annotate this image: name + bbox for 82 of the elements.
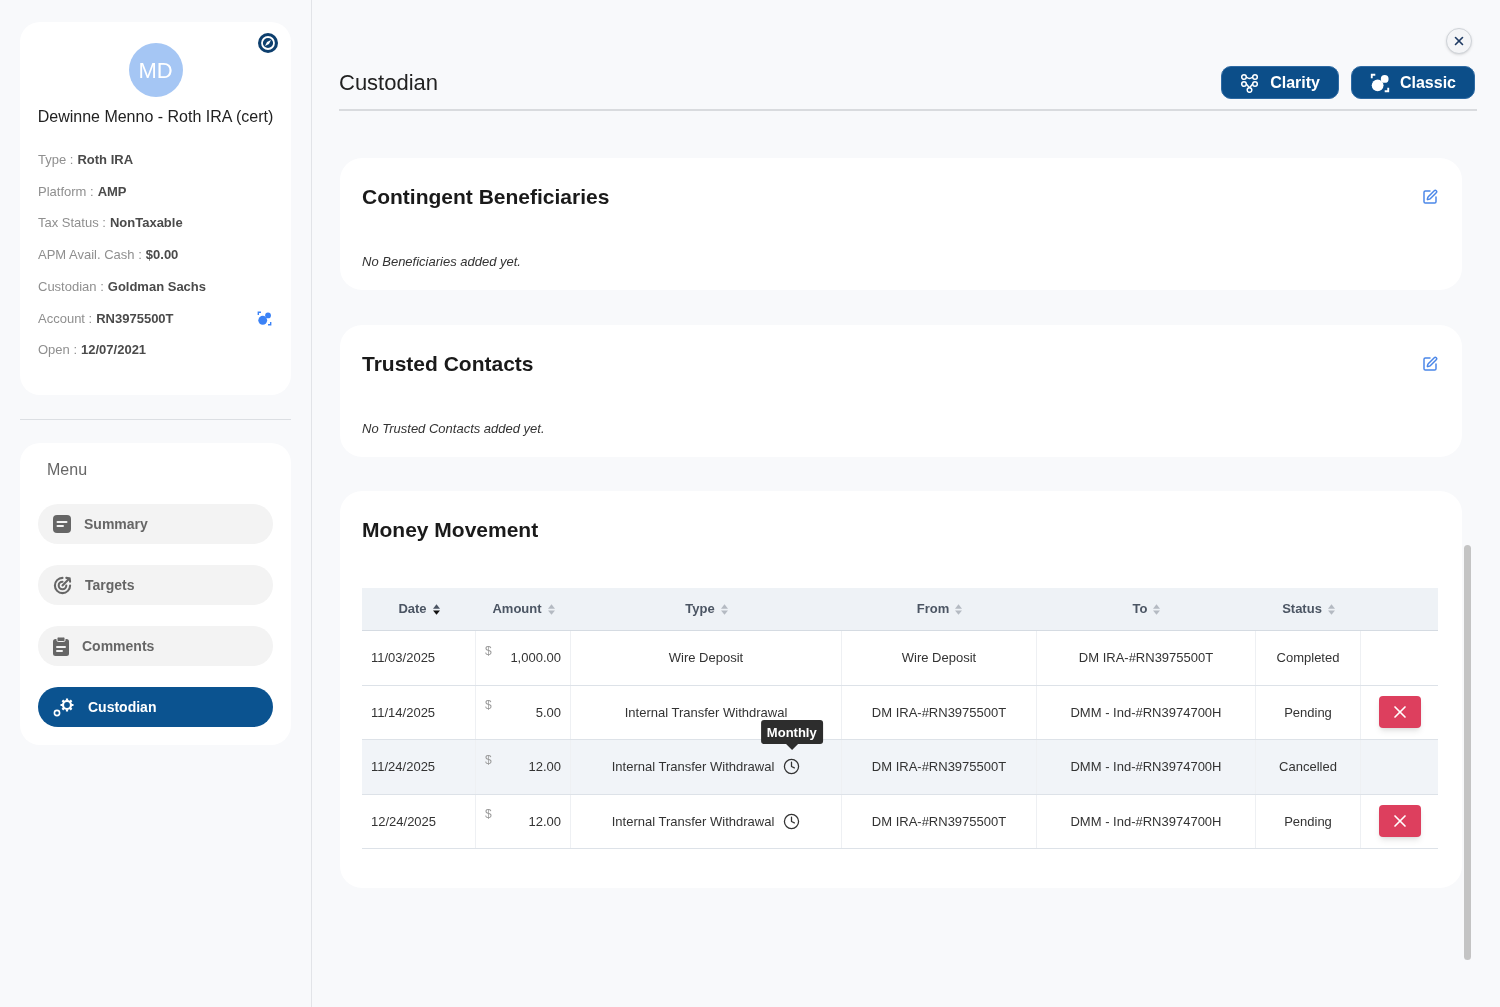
- status-text: Pending: [1284, 812, 1332, 831]
- circles-icon: [1369, 72, 1390, 93]
- clock-icon[interactable]: [783, 812, 801, 830]
- amount-text: 1,000.00: [510, 649, 561, 667]
- field-value: AMP: [97, 182, 127, 201]
- from-text: DM IRA-#RN3975500T: [871, 703, 1007, 722]
- empty-message: No Trusted Contacts added yet.: [362, 420, 546, 438]
- status-text: Cancelled: [1279, 758, 1337, 776]
- section-title: Money Movement: [362, 517, 540, 544]
- close-button[interactable]: [1446, 28, 1472, 54]
- from-text: DM IRA-#RN3975500T: [871, 812, 1007, 831]
- to-text: DMM - Ind-#RN3974700H: [1070, 703, 1222, 722]
- field-label: Account :: [38, 309, 93, 328]
- field-value: NonTaxable: [109, 214, 183, 233]
- sort-icon[interactable]: [432, 603, 440, 615]
- menu-item[interactable]: Summary: [38, 504, 273, 544]
- status-text: Pending: [1284, 703, 1332, 722]
- to-text: DMM - Ind-#RN3974700H: [1070, 758, 1222, 776]
- column-header[interactable]: Amount: [492, 599, 542, 619]
- column-header[interactable]: Date: [398, 599, 427, 619]
- type-text: Internal Transfer Withdrawal: [611, 758, 775, 776]
- avatar: MD: [128, 43, 183, 97]
- currency-symbol: $: [485, 642, 492, 660]
- note-icon: [53, 515, 71, 533]
- field-label: Platform :: [38, 182, 94, 201]
- column-header[interactable]: From: [916, 599, 950, 619]
- date-text: 11/03/2025: [371, 649, 436, 667]
- field-label: APM Avail. Cash :: [38, 246, 142, 265]
- menu-item[interactable]: Custodian: [38, 687, 273, 727]
- tooltip: Monthly: [760, 720, 823, 751]
- field-value: $0.00: [145, 246, 179, 265]
- from-text: Wire Deposit: [901, 649, 977, 667]
- amount-text: 5.00: [535, 703, 561, 722]
- empty-message: No Beneficiaries added yet.: [362, 253, 522, 271]
- field-label: Tax Status :: [38, 214, 106, 233]
- column-header[interactable]: To: [1132, 599, 1148, 619]
- currency-symbol: $: [485, 751, 492, 769]
- view-button[interactable]: Clarity: [1221, 66, 1339, 99]
- column-header[interactable]: Status: [1282, 599, 1322, 619]
- menu-title: Menu: [46, 460, 89, 480]
- type-text: Wire Deposit: [668, 649, 744, 667]
- type-text: Internal Transfer Withdrawal: [611, 812, 775, 831]
- currency-symbol: $: [485, 806, 492, 824]
- section-title: Trusted Contacts: [362, 351, 534, 378]
- field-label: Custodian :: [38, 277, 104, 296]
- edit-icon[interactable]: [1422, 356, 1438, 372]
- field-value: Goldman Sachs: [107, 277, 206, 296]
- close-icon: [1452, 34, 1466, 48]
- clipboard-icon: [53, 636, 69, 656]
- date-text: 11/24/2025: [371, 758, 436, 776]
- date-text: 11/14/2025: [371, 703, 436, 722]
- view-button[interactable]: Classic: [1350, 66, 1475, 99]
- from-text: DM IRA-#RN3975500T: [871, 758, 1007, 776]
- cancel-button[interactable]: [1378, 696, 1421, 729]
- section-title: Contingent Beneficiaries: [362, 184, 610, 211]
- clock-icon[interactable]: [783, 758, 801, 776]
- target-icon: [53, 575, 72, 595]
- status-text: Completed: [1276, 649, 1340, 667]
- compass-icon[interactable]: [258, 33, 278, 53]
- scrollbar-thumb[interactable]: [1464, 545, 1471, 960]
- currency-symbol: $: [485, 697, 492, 715]
- nodes-icon: [1240, 72, 1261, 93]
- field-value: Roth IRA: [77, 151, 134, 170]
- date-text: 12/24/2025: [371, 812, 437, 831]
- field-value: 12/07/2021: [81, 341, 147, 360]
- circles-icon[interactable]: [257, 310, 272, 326]
- edit-icon[interactable]: [1422, 189, 1438, 205]
- page-title: Custodian: [339, 69, 439, 97]
- field-value: RN3975500T: [96, 309, 174, 328]
- field-label: Type :: [38, 151, 74, 170]
- menu-item[interactable]: Comments: [38, 626, 273, 666]
- account-name: Dewinne Menno - Roth IRA (cert): [37, 107, 274, 127]
- cancel-button[interactable]: [1378, 805, 1421, 838]
- field-label: Open :: [38, 341, 78, 360]
- type-text: Internal Transfer Withdrawal: [624, 703, 788, 722]
- column-header[interactable]: Type: [685, 599, 715, 619]
- amount-text: 12.00: [528, 758, 561, 776]
- gears-icon: [53, 697, 75, 717]
- amount-text: 12.00: [528, 812, 561, 831]
- to-text: DMM - Ind-#RN3974700H: [1070, 812, 1222, 831]
- menu-item[interactable]: Targets: [38, 565, 273, 605]
- to-text: DM IRA-#RN3975500T: [1078, 649, 1214, 667]
